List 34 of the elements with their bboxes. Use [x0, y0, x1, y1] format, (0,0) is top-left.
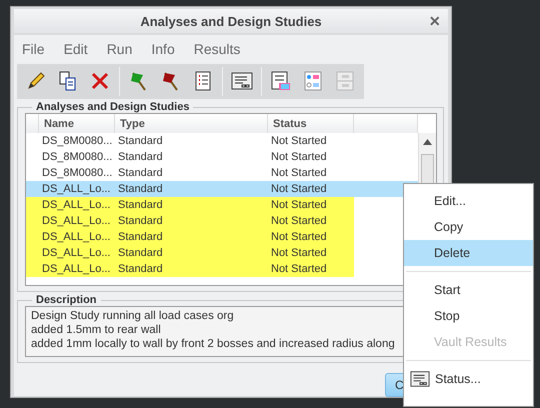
status-cell-text: Not Started [270, 246, 328, 261]
type-cell-text: Standard [117, 214, 164, 229]
description-line: added 1.5mm to rear wall [31, 323, 162, 337]
status-cell-text: Not Started [270, 166, 328, 181]
status-cell-text: Not Started [270, 230, 328, 245]
status-cell-text: Not Started [270, 182, 328, 197]
name-cell-text: DS_ALL_Lo... [41, 198, 112, 213]
name-cell-text: DS_8M0080... [41, 134, 114, 149]
type-cell-text: Standard [117, 134, 164, 149]
status-cell-text: Not Started [270, 214, 328, 229]
status-cell-text: Not Started [270, 150, 328, 165]
name-cell-text: DS_ALL_Lo... [41, 214, 112, 229]
type-cell-text: Standard [117, 230, 164, 245]
type-cell-text: Standard [117, 166, 164, 181]
type-cell-text: Standard [117, 182, 164, 197]
description-line: Design Study running all load cases org [31, 309, 235, 323]
name-cell-text: DS_ALL_Lo... [41, 262, 112, 277]
group-title: Analyses and Design Studies [35, 101, 190, 113]
status-cell-text: Not Started [270, 198, 328, 213]
type-cell-text: Standard [117, 246, 164, 261]
window-title: Analyses and Design Studies [140, 14, 322, 28]
status-cell-text: Not Started [270, 134, 328, 149]
type-cell-text: Standard [117, 198, 164, 213]
name-cell-text: DS_ALL_Lo... [41, 246, 112, 261]
group-title: Description [35, 294, 98, 306]
description-line: added 1mm locally to wall by front 2 bosses and increased radius along [31, 337, 396, 351]
name-cell-text: DS_8M0080... [41, 166, 114, 181]
type-cell-text: Standard [117, 262, 164, 277]
menu-item-label: Status... [435, 372, 481, 386]
name-cell-text: DS_ALL_Lo... [41, 182, 112, 197]
name-cell-text: DS_8M0080... [41, 150, 114, 165]
type-cell-text: Standard [117, 150, 164, 165]
status-cell-text: Not Started [270, 262, 328, 277]
name-cell-text: DS_ALL_Lo... [41, 230, 112, 245]
